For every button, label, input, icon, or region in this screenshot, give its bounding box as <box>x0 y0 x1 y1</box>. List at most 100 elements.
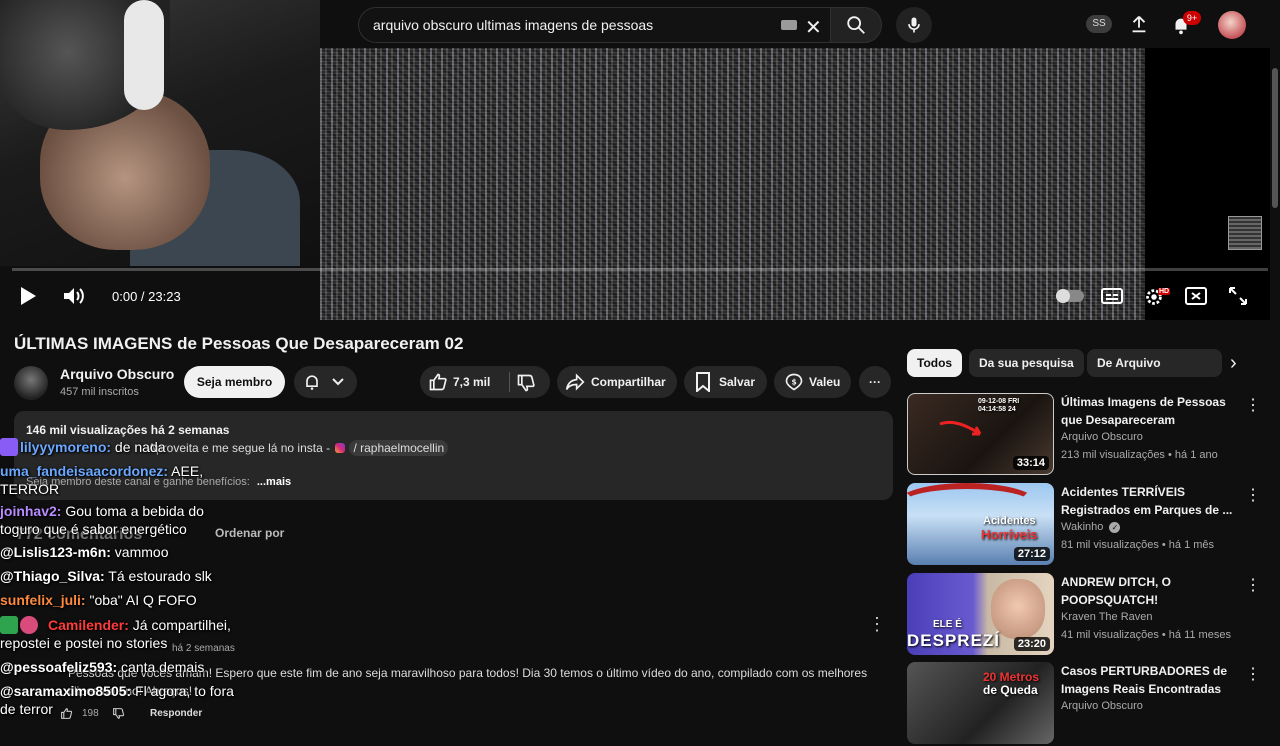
video-title: ÚLTIMAS IMAGENS de Pessoas Que Desaparec… <box>14 334 464 353</box>
voice-search-button[interactable] <box>896 7 932 43</box>
search-input[interactable]: arquivo obscuro ultimas imagens de pesso… <box>358 7 838 43</box>
chat-username: lilyyymoreno: <box>20 439 112 455</box>
thanks-button[interactable]: $ Valeu <box>774 366 851 398</box>
video-title[interactable]: Acidentes TERRÍVEIS Registrados em Parqu… <box>1061 483 1233 519</box>
video-title[interactable]: ANDREW DITCH, O POOPSQUATCH! <box>1061 573 1233 609</box>
more-options-icon[interactable]: ⋮ <box>1245 395 1261 415</box>
chat-username: joinhav2: <box>0 503 62 519</box>
video-thumbnail[interactable]: Acidentes Horríveis 27:12 <box>907 483 1054 565</box>
more-options-icon[interactable]: ⋮ <box>1245 664 1261 684</box>
verified-check-icon <box>0 616 18 634</box>
channel-watermark[interactable] <box>1228 216 1262 250</box>
search-query[interactable]: arquivo obscuro ultimas imagens de pesso… <box>373 17 653 33</box>
channel-name-text: Wakinho <box>1061 521 1104 533</box>
video-duration: 27:12 <box>1013 547 1050 561</box>
video-thumbnail[interactable]: ELE É DESPREZÍ 23:20 <box>907 573 1054 655</box>
share-label: Compartilhar <box>591 375 666 389</box>
chat-message: uma_fandeisaacordonez: AEE, TERROR <box>0 462 203 498</box>
autoplay-toggle[interactable] <box>1056 289 1084 303</box>
subscription-bell-button[interactable] <box>294 366 357 398</box>
thumbnail-face <box>991 579 1045 639</box>
view-stats: 146 mil visualizações há 2 semanas <box>26 423 230 437</box>
more-actions-button[interactable]: ··· <box>859 366 891 398</box>
play-icon[interactable] <box>18 286 38 306</box>
chat-message: @pessoafeliz593: canta demais <box>0 658 204 676</box>
bell-icon <box>306 375 318 390</box>
chat-text: de nada <box>111 439 166 455</box>
share-button[interactable]: Compartilhar <box>557 366 677 398</box>
channel-name[interactable]: Kraven The Raven <box>1061 611 1153 623</box>
comment-menu-icon[interactable]: ⋮ <box>868 614 886 635</box>
thumbnail-timestamp: 09-12-08 FRI 04:14:58 24 <box>978 398 1020 413</box>
more-options-icon[interactable]: ⋮ <box>1245 485 1261 505</box>
subscriber-count: 457 mil inscritos <box>60 386 139 398</box>
chat-text: vammoo <box>110 544 169 560</box>
like-button[interactable]: 7,3 mil <box>420 366 550 398</box>
account-badge[interactable]: SS <box>1086 15 1112 33</box>
search-icon <box>847 16 865 34</box>
video-thumbnail[interactable]: 20 Metros de Queda <box>907 662 1054 744</box>
recommended-video[interactable]: Acidentes Horríveis 27:12 Acidentes TERR… <box>907 483 1272 567</box>
thumbnail-caption: 20 Metros <box>983 670 1040 684</box>
channel-name[interactable]: Wakinho ✓ <box>1061 521 1121 533</box>
chip-from-channel[interactable]: De Arquivo Obscuro <box>1087 349 1222 377</box>
chat-text: canta demais <box>117 659 205 675</box>
video-meta: 81 mil visualizações • há 1 mês <box>1061 539 1215 551</box>
volume-icon[interactable] <box>63 286 85 306</box>
more-options-icon[interactable]: ⋮ <box>1245 575 1261 595</box>
super-thanks-icon: $ <box>785 373 803 391</box>
chat-username: Camilender: <box>48 617 129 633</box>
description-more-link[interactable]: ...mais <box>257 476 291 488</box>
chat-message: Camilender: Já compartilhei, repostei e p… <box>0 616 231 652</box>
notification-count-badge: 9+ <box>1183 11 1201 25</box>
chat-text: toguro que é sabor energético <box>0 521 187 537</box>
search-button[interactable] <box>830 7 882 43</box>
chat-message: lilyyymoreno: de nada <box>0 438 166 456</box>
verified-icon: ✓ <box>1109 522 1121 533</box>
thumbnail-caption: Acidentes <box>983 515 1036 527</box>
save-button[interactable]: Salvar <box>684 366 767 398</box>
chat-text: Fl agora, to fora <box>131 683 234 699</box>
streamer-webcam <box>0 0 320 266</box>
instagram-icon <box>335 443 346 453</box>
channel-name[interactable]: Arquivo Obscuro <box>1061 431 1143 443</box>
video-title[interactable]: Casos PERTURBADORES de Imagens Reais Enc… <box>1061 662 1233 698</box>
miniplayer-icon[interactable] <box>1185 286 1207 306</box>
subtitles-icon[interactable] <box>1101 286 1123 306</box>
chevron-right-icon[interactable]: › <box>1230 352 1237 375</box>
channel-name[interactable]: Arquivo Obscuro <box>1061 700 1143 712</box>
thumbnail-caption: DESPREZÍ <box>907 631 1001 650</box>
progress-bar[interactable] <box>12 268 1268 271</box>
chat-message: sunfelix_juli: "oba" AI Q FOFO <box>0 591 197 609</box>
join-button[interactable]: Seja membro <box>184 366 285 398</box>
sort-comments-button[interactable]: Ordenar por <box>215 526 284 540</box>
save-label: Salvar <box>719 375 756 389</box>
video-title[interactable]: Últimas Imagens de Pessoas que Desaparec… <box>1061 393 1233 429</box>
chip-from-your-search[interactable]: Da sua pesquisa <box>969 349 1084 377</box>
video-thumbnail[interactable]: 09-12-08 FRI 04:14:58 24 33:14 <box>907 393 1054 475</box>
instagram-link[interactable]: / raphaelmocellin <box>349 440 449 456</box>
video-meta: 41 mil visualizações • há 11 meses <box>1061 629 1231 641</box>
upload-icon[interactable] <box>1128 13 1150 35</box>
video-duration: 23:20 <box>1013 637 1050 651</box>
thumbs-down-icon[interactable] <box>516 373 536 393</box>
webcam-headphone <box>124 0 164 110</box>
chat-username: @Thiago_Silva: <box>0 568 105 584</box>
channel-name[interactable]: Arquivo Obscuro <box>60 366 174 382</box>
avatar[interactable] <box>1218 11 1246 39</box>
keyboard-icon[interactable] <box>781 20 797 30</box>
player-controls: 0:00 / 23:23 HD <box>0 272 1280 320</box>
fullscreen-icon[interactable] <box>1228 286 1248 306</box>
chip-all[interactable]: Todos <box>907 349 963 377</box>
clear-search-icon[interactable]: ✕ <box>805 15 822 40</box>
divider <box>509 372 510 392</box>
thumbs-up-icon <box>429 373 447 391</box>
recommended-video[interactable]: 09-12-08 FRI 04:14:58 24 33:14 Últimas I… <box>907 393 1272 477</box>
heart-badge-icon <box>20 616 38 634</box>
recommended-video[interactable]: ELE É DESPREZÍ 23:20 ANDREW DITCH, O POO… <box>907 573 1272 657</box>
thumbnail-caption: ELE É <box>933 619 962 630</box>
recommended-video[interactable]: 20 Metros de Queda Casos PERTURBADORES d… <box>907 662 1272 746</box>
channel-avatar[interactable] <box>14 366 48 400</box>
thumbnail-caption: de Queda <box>983 683 1038 697</box>
page-scrollbar[interactable] <box>1272 68 1278 208</box>
